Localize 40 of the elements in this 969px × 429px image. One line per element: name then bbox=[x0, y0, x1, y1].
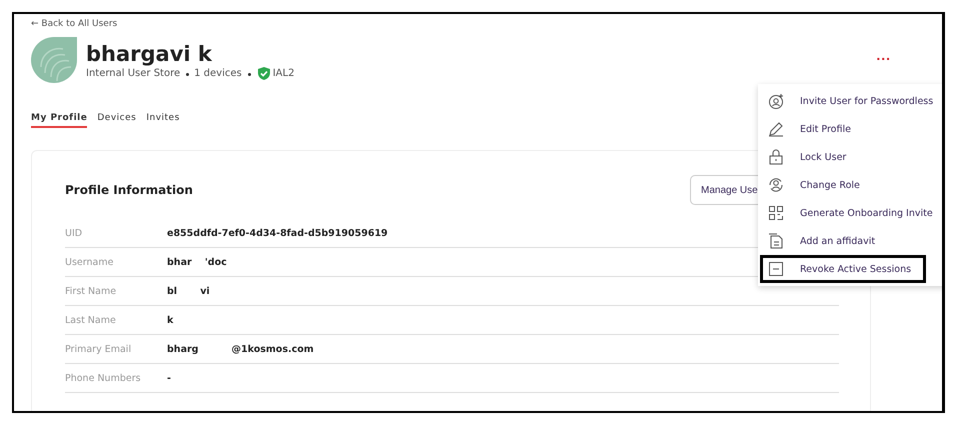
section-title: Profile Information bbox=[65, 183, 193, 197]
user-store: Internal User Store bbox=[86, 68, 180, 78]
tab[interactable]: Devices bbox=[97, 113, 136, 128]
menu-item[interactable]: Lock User bbox=[760, 143, 942, 171]
avatar-icon bbox=[31, 37, 77, 83]
field-label: Phone Numbers bbox=[65, 372, 142, 384]
device-count: 1 devices bbox=[194, 68, 242, 78]
separator-dot bbox=[248, 73, 251, 76]
field-label: Username bbox=[65, 256, 114, 268]
tab[interactable]: My Profile bbox=[31, 113, 88, 128]
field-value: e855ddfd-7ef0-4d34-8fad-d5b919059619 bbox=[167, 228, 388, 238]
document-icon bbox=[768, 233, 784, 249]
menu-item[interactable]: Add an affidavit bbox=[760, 227, 942, 255]
more-button[interactable]: ... bbox=[876, 47, 891, 63]
user-plus-icon bbox=[768, 93, 784, 109]
menu-item[interactable]: Generate Onboarding Invite bbox=[760, 199, 942, 227]
field-label: Last Name bbox=[65, 314, 117, 326]
user-name: bhargavi k bbox=[86, 40, 213, 66]
field-value: bhar 'doc bbox=[167, 256, 227, 268]
menu-item[interactable]: Revoke Active Sessions bbox=[760, 255, 926, 283]
field-value: k bbox=[167, 314, 174, 326]
field-label: First Name bbox=[65, 286, 118, 296]
minus-square-icon bbox=[768, 261, 784, 277]
back-link[interactable]: ← Back to All Users bbox=[31, 19, 118, 29]
shield-check-icon bbox=[258, 66, 270, 80]
qr-code-icon bbox=[768, 205, 784, 221]
tab[interactable]: Invites bbox=[146, 113, 180, 128]
menu-item[interactable]: Invite User for Passwordless bbox=[760, 87, 942, 115]
field-value: bl vi bbox=[167, 286, 210, 296]
padlock-icon bbox=[768, 149, 784, 165]
field-label: UID bbox=[65, 228, 84, 238]
menu-item[interactable]: Change Role bbox=[760, 171, 942, 199]
field-value: - bbox=[167, 372, 171, 384]
field-label: Primary Email bbox=[65, 344, 132, 354]
menu-item[interactable]: Edit Profile bbox=[760, 115, 942, 143]
separator-dot bbox=[186, 73, 190, 76]
user-cycle-icon bbox=[768, 177, 784, 193]
pencil-icon bbox=[768, 121, 784, 137]
assurance-level: IAL2 bbox=[272, 68, 294, 78]
field-value: bharg @1kosmos.com bbox=[167, 344, 314, 354]
